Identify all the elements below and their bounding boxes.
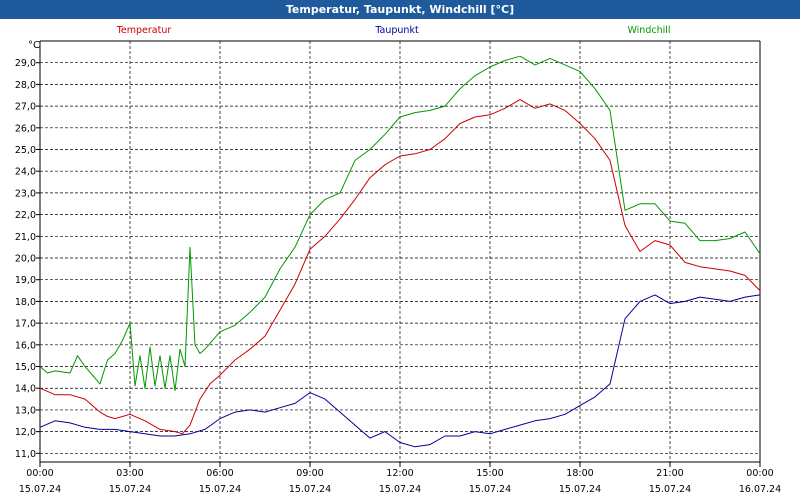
x-tick-time: 12:00 <box>386 468 413 479</box>
y-tick-label: 23,0 <box>15 188 36 199</box>
y-tick-label: 18,0 <box>15 297 36 308</box>
y-tick-label: 11,0 <box>15 449 36 460</box>
x-tick-time: 21:00 <box>656 468 683 479</box>
y-tick-label: 20,0 <box>15 254 36 265</box>
y-tick-label: 21,0 <box>15 232 36 243</box>
legend-item-taupunkt: Taupunkt <box>374 25 419 36</box>
y-tick-label: 28,0 <box>15 80 36 91</box>
window-title: Temperatur, Taupunkt, Windchill [°C] <box>0 0 800 19</box>
y-tick-label: 19,0 <box>15 275 36 286</box>
y-tick-label: 17,0 <box>15 319 36 330</box>
y-tick-label: 14,0 <box>15 384 36 395</box>
x-tick-date: 15.07.24 <box>559 484 601 495</box>
x-tick-time: 15:00 <box>476 468 503 479</box>
x-tick-time: 09:00 <box>296 468 323 479</box>
x-tick-date: 15.07.24 <box>649 484 691 495</box>
y-tick-label: 29,0 <box>15 58 36 69</box>
x-tick-time: 00:00 <box>26 468 53 479</box>
x-tick-time: 06:00 <box>206 468 233 479</box>
x-tick-date: 15.07.24 <box>19 484 61 495</box>
legend-item-temperatur: Temperatur <box>116 25 172 36</box>
legend-item-windchill: Windchill <box>627 25 670 36</box>
chart-canvas: 11,0 12,0 13,0 14,0 15,0 16,0 17,0 18,0 19,0 20,0… <box>0 19 800 500</box>
y-tick-label: 25,0 <box>15 145 36 156</box>
x-tick-date: 15.07.24 <box>109 484 151 495</box>
y-tick-label: 15,0 <box>15 362 36 373</box>
y-tick-label: 26,0 <box>15 123 36 134</box>
x-tick-date: 16.07.24 <box>739 484 781 495</box>
x-tick-date: 15.07.24 <box>289 484 331 495</box>
chart-window: Temperatur, Taupunkt, Windchill [°C] 11,… <box>0 0 800 500</box>
x-tick-date: 15.07.24 <box>379 484 421 495</box>
x-tick-time: 18:00 <box>566 468 593 479</box>
x-tick-time: 00:00 <box>746 468 773 479</box>
x-tick-time: 03:00 <box>116 468 143 479</box>
x-tick-date: 15.07.24 <box>199 484 241 495</box>
y-tick-label: 16,0 <box>15 340 36 351</box>
y-axis-unit: °C <box>28 40 40 51</box>
x-tick-date: 15.07.24 <box>469 484 511 495</box>
y-tick-label: 24,0 <box>15 167 36 178</box>
y-tick-label: 22,0 <box>15 210 36 221</box>
y-tick-label: 27,0 <box>15 102 36 113</box>
y-tick-label: 13,0 <box>15 405 36 416</box>
y-tick-label: 12,0 <box>15 427 36 438</box>
